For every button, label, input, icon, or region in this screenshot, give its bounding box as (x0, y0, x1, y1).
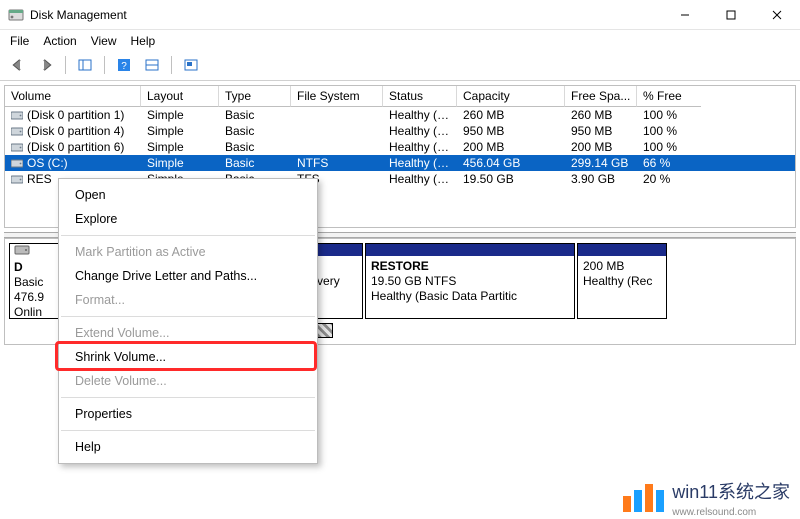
ctx-separator (61, 397, 315, 398)
cell-status: Healthy (B... (383, 171, 457, 187)
cell-capacity: 19.50 GB (457, 171, 565, 187)
ctx-delete: Delete Volume... (59, 369, 317, 393)
cell-pct: 100 % (637, 139, 701, 155)
ctx-explore[interactable]: Explore (59, 207, 317, 231)
cell-layout: Simple (141, 139, 219, 155)
partition-detail: Healthy (Rec (583, 274, 661, 289)
col-free[interactable]: Free Spa... (565, 86, 637, 107)
ctx-separator (61, 235, 315, 236)
cell-fs (291, 123, 383, 139)
col-pct[interactable]: % Free (637, 86, 701, 107)
forward-button[interactable] (34, 54, 58, 76)
app-icon (8, 7, 24, 23)
table-row[interactable]: (Disk 0 partition 4)SimpleBasic Healthy (… (5, 123, 795, 139)
ctx-change-letter[interactable]: Change Drive Letter and Paths... (59, 264, 317, 288)
ctx-separator (61, 316, 315, 317)
toolbar-icon-2[interactable] (140, 54, 164, 76)
toolbar-icon-3[interactable] (179, 54, 203, 76)
cell-free: 200 MB (565, 139, 637, 155)
cell-volume: (Disk 0 partition 6) (5, 139, 141, 155)
cell-layout: Simple (141, 107, 219, 123)
minimize-button[interactable] (662, 0, 708, 30)
table-row[interactable]: (Disk 0 partition 6)SimpleBasic Healthy (… (5, 139, 795, 155)
table-row[interactable]: (Disk 0 partition 1)SimpleBasic Healthy (… (5, 107, 795, 123)
window-title: Disk Management (30, 8, 127, 22)
cell-status: Healthy (R... (383, 123, 457, 139)
ctx-open[interactable]: Open (59, 183, 317, 207)
ctx-shrink[interactable]: Shrink Volume... (59, 345, 317, 369)
toolbar: ? (0, 52, 800, 81)
cell-free: 950 MB (565, 123, 637, 139)
close-button[interactable] (754, 0, 800, 30)
table-row[interactable]: OS (C:)SimpleBasicNTFSHealthy (B...456.0… (5, 155, 795, 171)
cell-status: Healthy (B... (383, 155, 457, 171)
ctx-help[interactable]: Help (59, 435, 317, 459)
cell-layout: Simple (141, 123, 219, 139)
maximize-button[interactable] (708, 0, 754, 30)
partition-bar (366, 244, 574, 256)
context-menu: Open Explore Mark Partition as Active Ch… (58, 178, 318, 464)
ctx-mark-active: Mark Partition as Active (59, 240, 317, 264)
cell-volume: (Disk 0 partition 1) (5, 107, 141, 123)
volume-header-row: Volume Layout Type File System Status Ca… (5, 86, 795, 107)
cell-volume: (Disk 0 partition 4) (5, 123, 141, 139)
menu-help[interactable]: Help (131, 34, 156, 48)
cell-status: Healthy (R... (383, 139, 457, 155)
cell-pct: 100 % (637, 123, 701, 139)
menu-bar: File Action View Help (0, 30, 800, 52)
cell-free: 299.14 GB (565, 155, 637, 171)
cell-pct: 20 % (637, 171, 701, 187)
cell-pct: 66 % (637, 155, 701, 171)
ctx-format: Format... (59, 288, 317, 312)
svg-text:?: ? (121, 61, 127, 72)
partition[interactable]: 200 MBHealthy (Rec (577, 243, 667, 319)
partition-name: RESTORE (371, 259, 569, 274)
col-layout[interactable]: Layout (141, 86, 219, 107)
cell-layout: Simple (141, 155, 219, 171)
col-capacity[interactable]: Capacity (457, 86, 565, 107)
cell-type: Basic (219, 107, 291, 123)
cell-free: 260 MB (565, 107, 637, 123)
cell-status: Healthy (E... (383, 107, 457, 123)
watermark: win11系统之家 www.relsound.com (623, 477, 800, 519)
menu-file[interactable]: File (10, 34, 29, 48)
toolbar-separator (65, 56, 66, 74)
cell-free: 3.90 GB (565, 171, 637, 187)
col-volume[interactable]: Volume (5, 86, 141, 107)
cell-volume: OS (C:) (5, 155, 141, 171)
partition-detail: Healthy (Basic Data Partitic (371, 289, 569, 304)
cell-capacity: 456.04 GB (457, 155, 565, 171)
ctx-properties[interactable]: Properties (59, 402, 317, 426)
col-status[interactable]: Status (383, 86, 457, 107)
watermark-logo-icon (623, 484, 664, 512)
help-icon[interactable]: ? (112, 54, 136, 76)
col-type[interactable]: Type (219, 86, 291, 107)
toolbar-separator (104, 56, 105, 74)
cell-capacity: 200 MB (457, 139, 565, 155)
ctx-separator (61, 430, 315, 431)
cell-pct: 100 % (637, 107, 701, 123)
cell-type: Basic (219, 123, 291, 139)
cell-fs: NTFS (291, 155, 383, 171)
toolbar-separator (171, 56, 172, 74)
partition-size: 200 MB (583, 259, 661, 274)
cell-type: Basic (219, 155, 291, 171)
col-fs[interactable]: File System (291, 86, 383, 107)
menu-view[interactable]: View (91, 34, 117, 48)
ctx-extend: Extend Volume... (59, 321, 317, 345)
watermark-text: win11系统之家 www.relsound.com (672, 478, 790, 518)
partition[interactable]: RESTORE19.50 GB NTFSHealthy (Basic Data … (365, 243, 575, 319)
menu-action[interactable]: Action (43, 34, 76, 48)
cell-fs (291, 107, 383, 123)
partition-bar (578, 244, 666, 256)
partition-size: 19.50 GB NTFS (371, 274, 569, 289)
cell-fs (291, 139, 383, 155)
cell-capacity: 260 MB (457, 107, 565, 123)
back-button[interactable] (6, 54, 30, 76)
cell-type: Basic (219, 139, 291, 155)
toolbar-icon-1[interactable] (73, 54, 97, 76)
title-bar: Disk Management (0, 0, 800, 30)
cell-capacity: 950 MB (457, 123, 565, 139)
